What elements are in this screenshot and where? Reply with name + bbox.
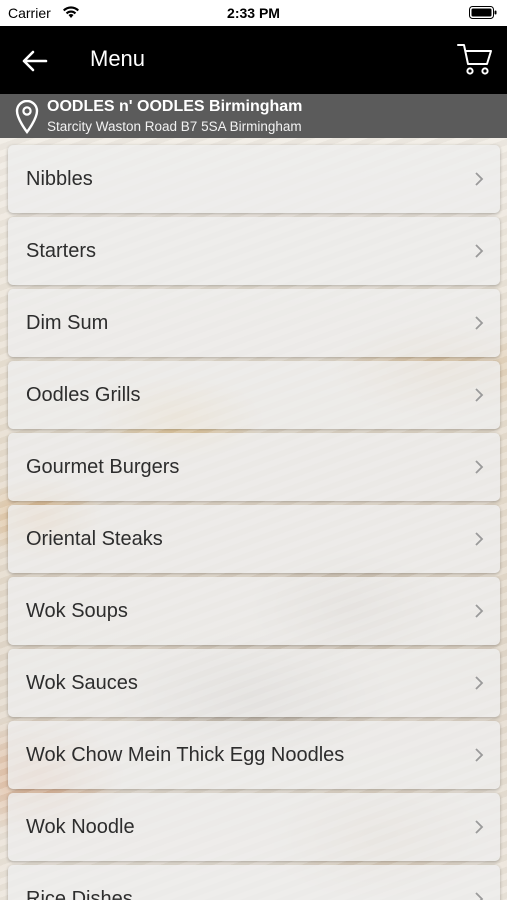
menu-category-list[interactable]: Nibbles Starters Dim Sum Oodles Grills G… — [0, 138, 507, 900]
clock-time: 2:33 PM — [227, 5, 280, 21]
menu-item-label: Gourmet Burgers — [26, 456, 180, 478]
page-title: Menu — [90, 46, 146, 71]
menu-item-label: Nibbles — [26, 168, 93, 190]
chevron-right-icon — [475, 892, 484, 900]
chevron-right-icon — [475, 388, 484, 402]
chevron-right-icon — [475, 820, 484, 834]
menu-item-starters[interactable]: Starters — [8, 217, 500, 285]
chevron-right-icon — [475, 532, 484, 546]
menu-item-label: Oodles Grills — [26, 384, 141, 406]
nav-bar: Menu — [0, 26, 507, 94]
chevron-right-icon — [475, 460, 484, 474]
menu-item-label: Wok Sauces — [26, 672, 138, 694]
menu-item-rice-dishes[interactable]: Rice Dishes — [8, 865, 500, 900]
menu-item-wok-sauces[interactable]: Wok Sauces — [8, 649, 500, 717]
menu-item-label: Wok Chow Mein Thick Egg Noodles — [26, 744, 345, 766]
menu-item-wok-chow-mein[interactable]: Wok Chow Mein Thick Egg Noodles — [8, 721, 500, 789]
menu-item-nibbles[interactable]: Nibbles — [8, 145, 500, 213]
menu-item-label: Starters — [26, 240, 97, 262]
cart-icon[interactable] — [457, 42, 493, 76]
menu-item-oriental-steaks[interactable]: Oriental Steaks — [8, 505, 500, 573]
menu-item-wok-soups[interactable]: Wok Soups — [8, 577, 500, 645]
restaurant-location-bar: OODLES n' OODLES Birmingham Starcity Was… — [0, 94, 507, 138]
chevron-right-icon — [475, 748, 484, 762]
menu-item-dim-sum[interactable]: Dim Sum — [8, 289, 500, 357]
menu-item-label: Rice Dishes — [26, 888, 133, 900]
menu-item-wok-noodle[interactable]: Wok Noodle — [8, 793, 500, 861]
menu-item-label: Dim Sum — [26, 312, 109, 334]
chevron-right-icon — [475, 244, 484, 258]
chevron-right-icon — [475, 316, 484, 330]
menu-item-label: Wok Soups — [26, 600, 128, 622]
restaurant-address: Starcity Waston Road B7 5SA Birmingham — [47, 119, 302, 134]
menu-item-label: Oriental Steaks — [26, 528, 163, 550]
menu-item-oodles-grills[interactable]: Oodles Grills — [8, 361, 500, 429]
battery-icon — [469, 6, 497, 19]
restaurant-name: OODLES n' OODLES Birmingham — [47, 98, 303, 115]
menu-item-label: Wok Noodle — [26, 816, 135, 838]
chevron-right-icon — [475, 676, 484, 690]
chevron-right-icon — [475, 172, 484, 186]
back-arrow-icon[interactable] — [18, 46, 52, 76]
chevron-right-icon — [475, 604, 484, 618]
status-bar: Carrier 2:33 PM — [0, 0, 507, 26]
location-pin-icon — [15, 100, 39, 134]
menu-item-gourmet-burgers[interactable]: Gourmet Burgers — [8, 433, 500, 501]
